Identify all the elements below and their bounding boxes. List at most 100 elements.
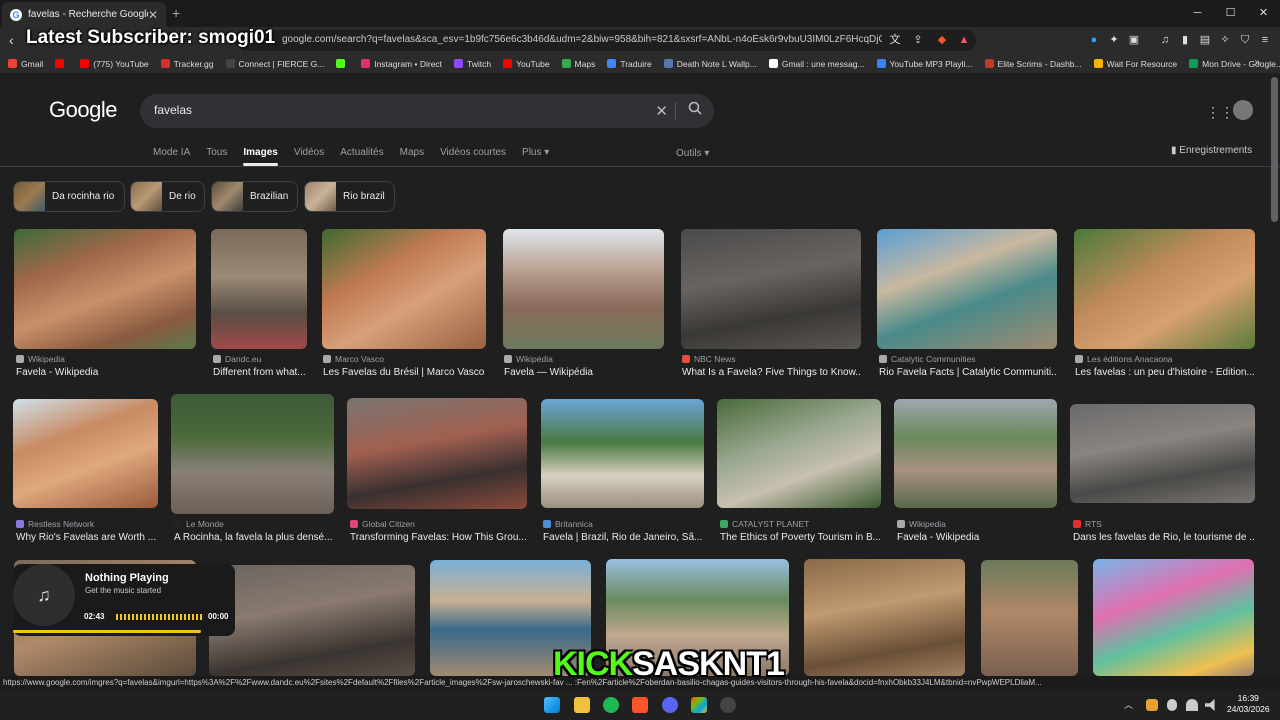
tab-actualit-s[interactable]: Actualités xyxy=(340,147,383,158)
puzzle-icon[interactable]: ✦ xyxy=(1107,33,1121,47)
result-source[interactable]: RTS xyxy=(1073,519,1102,529)
maximize-button[interactable]: ☐ xyxy=(1214,0,1247,27)
result-source[interactable]: Britannica xyxy=(543,519,593,529)
tab-vid-os[interactable]: Vidéos xyxy=(294,147,324,158)
result-source[interactable]: NBC News xyxy=(682,354,736,364)
microphone-icon[interactable] xyxy=(1167,699,1177,711)
result-title[interactable]: Favela | Brazil, Rio de Janeiro, Sã... xyxy=(543,532,704,543)
result-image[interactable] xyxy=(171,394,334,514)
bookmark-item[interactable]: Maps xyxy=(561,59,595,69)
address-bar[interactable]: google.com/search?q=favelas&sca_esv=1b9f… xyxy=(236,30,976,51)
google-logo[interactable]: Google xyxy=(49,97,117,123)
vpn-shield-icon[interactable]: ⛉ xyxy=(1238,33,1252,47)
search-input[interactable]: favelas xyxy=(154,103,192,117)
bookmark-item[interactable]: YouTube xyxy=(503,59,550,69)
result-source[interactable]: Le Monde xyxy=(174,519,224,529)
tab-close-icon[interactable]: ✕ xyxy=(148,8,158,22)
bookmark-item[interactable]: Mon Drive - Google... xyxy=(1189,59,1280,69)
spotify-icon[interactable] xyxy=(603,697,619,713)
search-box[interactable]: favelas ✕ xyxy=(140,94,714,128)
page-scrollbar[interactable] xyxy=(1271,77,1278,222)
result-image[interactable] xyxy=(804,559,965,676)
tools-button[interactable]: Outils ▾ xyxy=(676,148,709,159)
brave-browser-icon[interactable] xyxy=(632,697,648,713)
tab-plus[interactable]: Plus ▾ xyxy=(522,147,549,158)
wifi-icon[interactable] xyxy=(1186,699,1198,711)
share-icon[interactable]: ⇪ xyxy=(911,33,925,47)
result-source[interactable]: Wikipedia xyxy=(897,519,946,529)
tab-vid-os-courtes[interactable]: Vidéos courtes xyxy=(440,147,506,158)
result-image[interactable] xyxy=(981,560,1078,676)
start-windows-icon[interactable] xyxy=(544,697,560,713)
result-image[interactable] xyxy=(1074,229,1255,349)
obs-icon[interactable] xyxy=(720,697,736,713)
bookmark-item[interactable]: (775) YouTube xyxy=(80,59,149,69)
result-source[interactable]: Marco Vasco xyxy=(323,354,384,364)
wallet-icon[interactable]: ▤ xyxy=(1198,33,1212,47)
result-image[interactable] xyxy=(14,229,196,349)
bookmark-item[interactable]: Gmail xyxy=(8,59,43,69)
bookmark-item[interactable] xyxy=(55,59,68,68)
result-image[interactable] xyxy=(681,229,861,349)
result-source[interactable]: Catalytic Communities xyxy=(879,354,976,364)
clear-icon[interactable]: ✕ xyxy=(655,102,668,120)
result-image[interactable] xyxy=(541,399,704,508)
close-window-button[interactable]: ✕ xyxy=(1247,0,1280,27)
tray-chevron-icon[interactable]: ︿ xyxy=(1124,698,1136,710)
result-source[interactable]: Restless Network xyxy=(16,519,94,529)
result-source[interactable]: Les éditions Anacaona xyxy=(1075,354,1173,364)
result-source[interactable]: Dandc.eu xyxy=(213,354,261,364)
result-title[interactable]: Favela - Wikipedia xyxy=(16,367,196,378)
bookmark-item[interactable]: Death Note L Wallp... xyxy=(663,59,757,69)
chip-rio-brazil[interactable]: Rio brazil xyxy=(304,181,395,212)
new-tab-button[interactable]: + xyxy=(172,5,180,21)
tray-app-icon[interactable] xyxy=(1146,699,1158,711)
result-image[interactable] xyxy=(503,229,664,349)
volume-icon[interactable] xyxy=(1205,699,1215,711)
avatar[interactable] xyxy=(1233,100,1253,120)
result-image[interactable] xyxy=(717,399,881,508)
chip-brazilian[interactable]: Brazilian xyxy=(211,181,298,212)
saved-button[interactable]: ▮ Enregistrements xyxy=(1171,145,1252,156)
result-source[interactable]: Wikipedia xyxy=(16,354,65,364)
result-image[interactable] xyxy=(322,229,486,349)
bookmark-item[interactable]: Twitch xyxy=(454,59,491,69)
chip-de-rio[interactable]: De rio xyxy=(130,181,205,212)
bookmark-item[interactable]: Wait For Resource xyxy=(1093,59,1177,69)
tab-tous[interactable]: Tous xyxy=(206,147,227,158)
result-title[interactable]: The Ethics of Poverty Tourism in B... xyxy=(720,532,881,543)
result-source[interactable]: Global Citizen xyxy=(350,519,415,529)
bookmark-item[interactable]: Traduire xyxy=(607,59,652,69)
bookmark-item[interactable]: Connect | FIERCE G... xyxy=(225,59,324,69)
minimize-button[interactable]: ─ xyxy=(1181,0,1214,27)
menu-icon[interactable]: ≡ xyxy=(1258,33,1272,47)
result-image[interactable] xyxy=(877,229,1057,349)
sidebar-icon[interactable]: ▮ xyxy=(1178,33,1192,47)
tab-images[interactable]: Images xyxy=(243,147,279,166)
result-title[interactable]: Why Rio's Favelas are Worth ... xyxy=(16,532,158,543)
result-source[interactable]: CATALYST PLANET xyxy=(720,519,809,529)
tab-maps[interactable]: Maps xyxy=(400,147,424,158)
result-title[interactable]: Favela — Wikipédia xyxy=(504,367,664,378)
result-title[interactable]: Dans les favelas de Rio, le tourisme de … xyxy=(1073,532,1255,543)
bookmark-item[interactable]: Gmail : une messag... xyxy=(768,59,865,69)
store-icon[interactable] xyxy=(691,697,707,713)
url-text[interactable]: google.com/search?q=favelas&sca_esv=1b9f… xyxy=(282,34,882,45)
translate-icon[interactable]: 文 xyxy=(888,33,902,47)
result-title[interactable]: Rio Favela Facts | Catalytic Communiti..… xyxy=(879,367,1057,378)
brave-rewards-icon[interactable]: ▲ xyxy=(957,33,971,47)
result-title[interactable]: Different from what... xyxy=(213,367,307,378)
bookmark-item[interactable]: Tracker.gg xyxy=(160,59,214,69)
result-image[interactable] xyxy=(209,565,415,676)
result-image[interactable] xyxy=(211,229,307,349)
more-bookmarks-icon[interactable]: » xyxy=(1254,57,1260,68)
result-title[interactable]: Les Favelas du Brésil | Marco Vasco xyxy=(323,367,486,378)
result-title[interactable]: What Is a Favela? Five Things to Know... xyxy=(682,367,861,378)
bookmark-item[interactable]: Elite Scrims - Dashb... xyxy=(984,59,1082,69)
leo-ai-icon[interactable]: ✧ xyxy=(1218,33,1232,47)
result-title[interactable]: Favela - Wikipedia xyxy=(897,532,1057,543)
extension-icon[interactable]: ● xyxy=(1087,33,1101,47)
result-image[interactable] xyxy=(347,398,527,509)
result-image[interactable] xyxy=(894,399,1057,508)
browser-tab[interactable]: G favelas - Recherche Google ✕ xyxy=(2,2,166,27)
